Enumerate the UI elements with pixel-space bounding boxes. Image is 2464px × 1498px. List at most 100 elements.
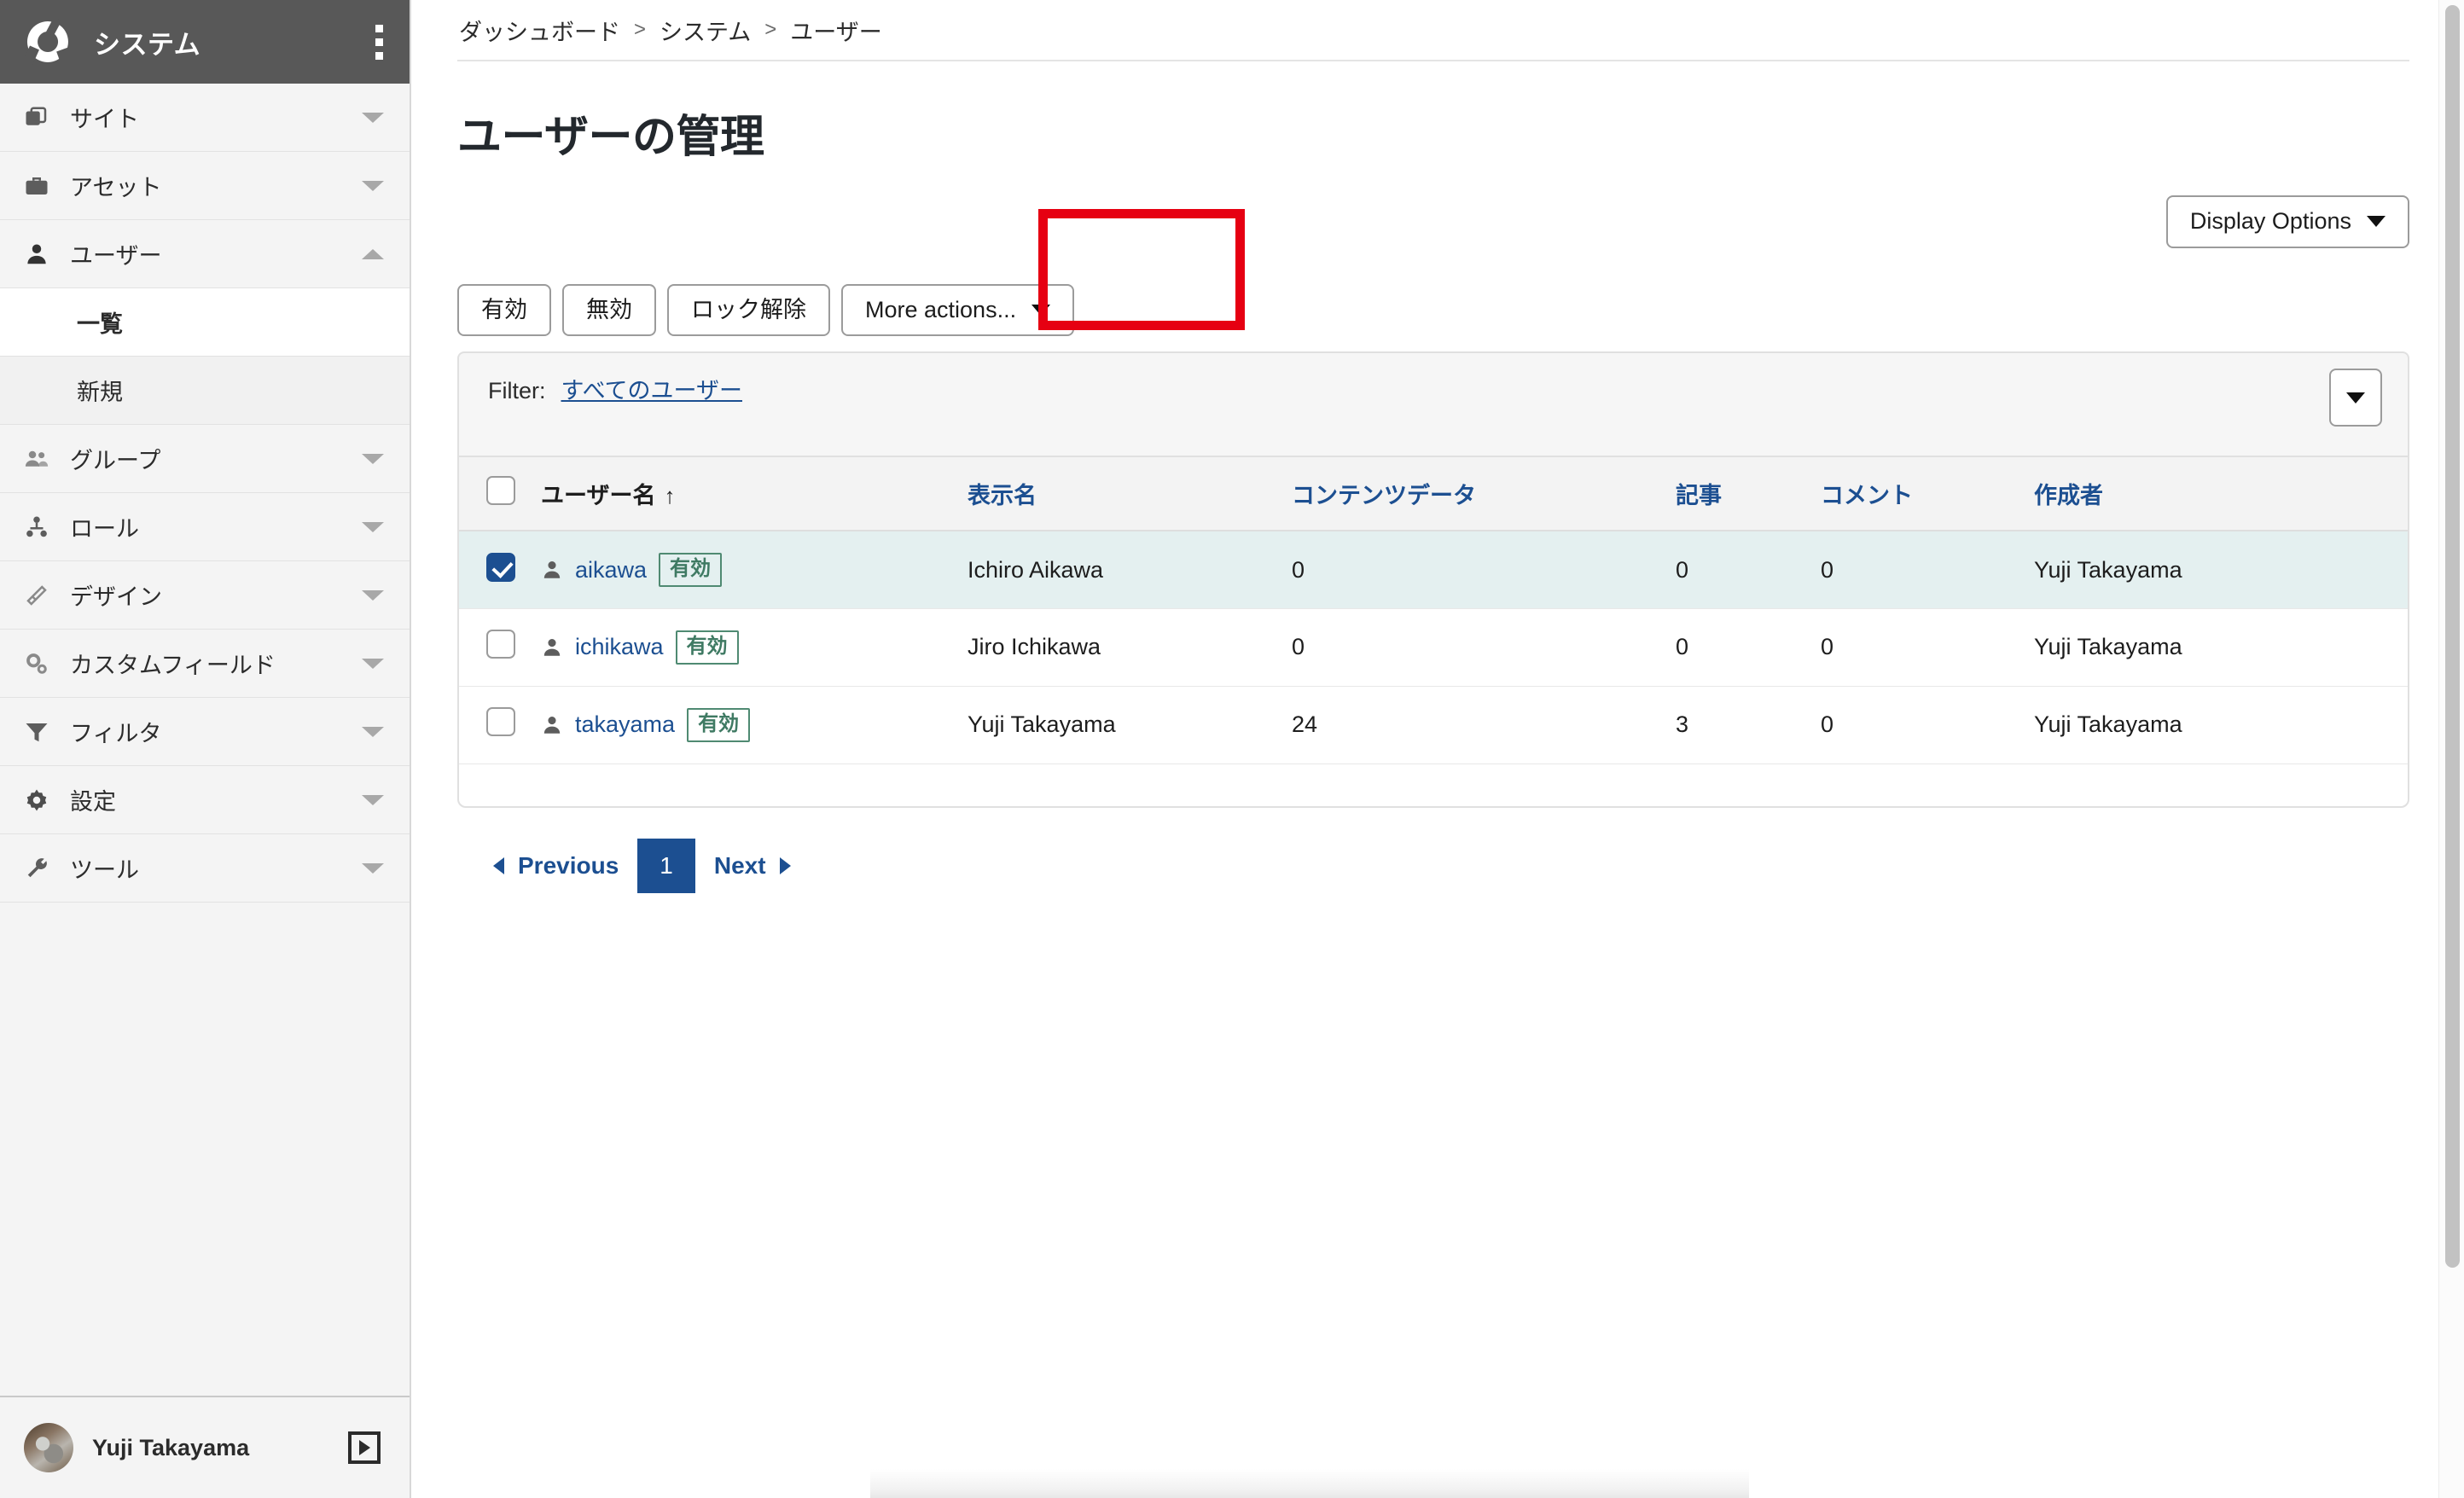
breadcrumb-separator: > — [764, 18, 777, 41]
chevron-down-icon — [362, 862, 384, 874]
username-link[interactable]: aikawa — [575, 557, 647, 584]
row-checkbox[interactable] — [486, 630, 515, 659]
sidebar-footer: Yuji Takayama — [0, 1396, 410, 1498]
funnel-icon — [24, 719, 61, 745]
username-link[interactable]: ichikawa — [575, 634, 664, 660]
avatar[interactable] — [24, 1423, 73, 1472]
header-select-all — [459, 457, 541, 531]
sidebar-item-label: フィルタ — [70, 721, 162, 746]
row-username-cell: ichikawa 有効 — [541, 608, 968, 686]
more-actions-label: More actions... — [865, 296, 1017, 322]
triangle-left-icon — [493, 857, 504, 875]
breadcrumb-item-users[interactable]: ユーザー — [790, 14, 881, 47]
enable-button[interactable]: 有効 — [457, 283, 551, 337]
row-comments: 0 — [1821, 711, 1834, 738]
breadcrumb-separator: > — [634, 18, 647, 41]
sidebar-item-users[interactable]: ユーザー — [0, 220, 410, 288]
wrench-icon — [24, 856, 61, 881]
pagination-next-label: Next — [713, 852, 766, 880]
row-display-name: Yuji Takayama — [968, 711, 1116, 738]
header-articles[interactable]: 記事 — [1676, 457, 1821, 531]
sidebar-item-tools[interactable]: ツール — [0, 834, 410, 903]
breadcrumb: ダッシュボード > システム > ユーザー — [457, 0, 2409, 61]
header-username[interactable]: ユーザー名 ↑ — [541, 457, 968, 531]
filter-label: Filter: — [488, 378, 546, 404]
sidebar-nav: サイト アセット ユーザー 一覧 新規 グループ ロール デザイン カスタムフィ… — [0, 84, 410, 1396]
chevron-down-icon — [362, 521, 384, 532]
table-row[interactable]: takayama 有効 Yuji Takayama 24 3 0 Yuji Ta… — [459, 686, 2408, 764]
row-username-cell: takayama 有効 — [541, 686, 968, 764]
sidebar-item-groups[interactable]: グループ — [0, 425, 410, 493]
sidebar-item-custom-fields[interactable]: カスタムフィールド — [0, 630, 410, 698]
sidebar-subitem-list[interactable]: 一覧 — [0, 288, 410, 357]
table-header-row: ユーザー名 ↑ 表示名 コンテンツデータ 記事 コメント 作成者 — [459, 457, 2408, 531]
sidebar-subitem-label: 新規 — [77, 380, 123, 405]
kebab-menu-icon[interactable] — [374, 24, 384, 60]
table-row[interactable]: aikawa 有効 Ichiro Aikawa 0 0 0 Yuji Takay… — [459, 531, 2408, 609]
row-articles: 0 — [1676, 556, 1689, 583]
sidebar-item-roles[interactable]: ロール — [0, 493, 410, 561]
filter-dropdown-button[interactable] — [2329, 369, 2382, 427]
pagination-page-1[interactable]: 1 — [637, 839, 695, 894]
chevron-down-icon — [2367, 216, 2386, 228]
sidebar-item-assets[interactable]: アセット — [0, 152, 410, 220]
hierarchy-icon — [24, 514, 61, 540]
paintbrush-icon — [24, 583, 61, 608]
username-link[interactable]: takayama — [575, 711, 675, 738]
vertical-scrollbar[interactable] — [2438, 0, 2464, 1498]
unlock-button[interactable]: ロック解除 — [667, 283, 830, 337]
expand-panel-icon[interactable] — [348, 1431, 381, 1464]
app-root: システム サイト アセット ユーザー 一覧 新規 グループ ロール デザイン カ… — [0, 0, 2464, 1498]
row-checkbox[interactable] — [486, 707, 515, 737]
more-actions-button[interactable]: More actions... — [841, 283, 1075, 337]
sidebar-header: システム — [0, 0, 410, 84]
display-options-row: Display Options — [457, 195, 2409, 248]
sidebar-item-label: ツール — [70, 857, 139, 883]
pagination-next[interactable]: Next — [695, 840, 810, 891]
copy-windows-icon — [24, 105, 61, 131]
users-table-container: ユーザー名 ↑ 表示名 コンテンツデータ 記事 コメント 作成者 aikawa … — [457, 456, 2409, 809]
table-row[interactable]: ichikawa 有効 Jiro Ichikawa 0 0 0 Yuji Tak… — [459, 608, 2408, 687]
sidebar-item-label: サイト — [70, 107, 139, 132]
sidebar-subitem-label: 一覧 — [77, 311, 123, 337]
sidebar-item-label: グループ — [70, 448, 161, 473]
table-body: aikawa 有効 Ichiro Aikawa 0 0 0 Yuji Takay… — [459, 531, 2408, 806]
pagination-previous[interactable]: Previous — [474, 840, 637, 891]
sidebar-item-sites[interactable]: サイト — [0, 84, 410, 152]
row-articles: 3 — [1676, 711, 1689, 738]
sidebar-item-filters[interactable]: フィルタ — [0, 698, 410, 766]
users-table: ユーザー名 ↑ 表示名 コンテンツデータ 記事 コメント 作成者 aikawa … — [459, 457, 2408, 806]
person-icon — [541, 559, 563, 581]
sidebar-item-settings[interactable]: 設定 — [0, 766, 410, 834]
briefcase-icon — [24, 173, 61, 199]
chevron-down-icon — [362, 794, 384, 805]
status-badge: 有効 — [675, 630, 739, 665]
row-checkbox[interactable] — [486, 552, 515, 582]
display-options-button[interactable]: Display Options — [2165, 195, 2409, 248]
sidebar-item-label: カスタムフィールド — [70, 653, 276, 678]
breadcrumb-item-system[interactable]: システム — [660, 14, 751, 47]
sidebar-item-design[interactable]: デザイン — [0, 561, 410, 630]
pagination: Previous 1 Next — [457, 839, 2409, 894]
sidebar-item-label: デザイン — [70, 584, 162, 610]
scrollbar-thumb[interactable] — [2445, 5, 2460, 1268]
header-display-name[interactable]: 表示名 — [968, 457, 1292, 531]
chevron-down-icon — [362, 180, 384, 191]
header-comments[interactable]: コメント — [1821, 457, 2034, 531]
row-author: Yuji Takayama — [2034, 711, 2182, 738]
chevron-down-icon — [362, 726, 384, 737]
row-display-name: Jiro Ichikawa — [968, 634, 1101, 660]
header-content-data[interactable]: コンテンツデータ — [1292, 457, 1676, 531]
row-comments: 0 — [1821, 634, 1834, 660]
ring-logo-icon — [22, 16, 75, 67]
sidebar-subitem-new[interactable]: 新規 — [0, 357, 410, 425]
filter-group: Filter: すべてのユーザー — [488, 372, 742, 405]
filter-bar: Filter: すべてのユーザー — [457, 351, 2409, 456]
header-author[interactable]: 作成者 — [2034, 457, 2408, 531]
select-all-checkbox[interactable] — [486, 476, 515, 506]
header-username-label: ユーザー名 — [541, 483, 656, 509]
filter-value-link[interactable]: すべてのユーザー — [561, 372, 743, 405]
breadcrumb-item-dashboard[interactable]: ダッシュボード — [459, 14, 620, 47]
disable-button[interactable]: 無効 — [562, 283, 656, 337]
sidebar-item-label: ユーザー — [70, 243, 162, 269]
